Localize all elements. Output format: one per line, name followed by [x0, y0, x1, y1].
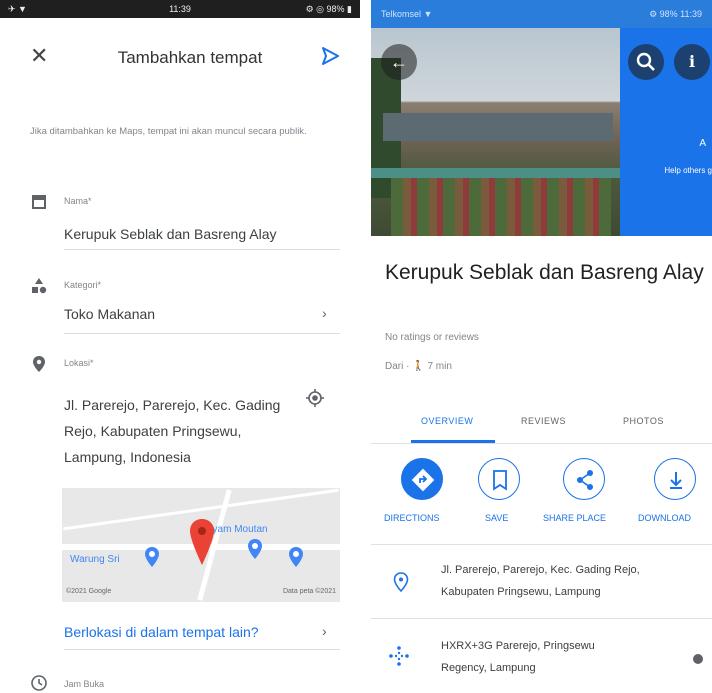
plus-code-info-icon[interactable]	[693, 654, 703, 664]
share-button[interactable]	[563, 458, 605, 500]
tab-photos[interactable]: PHOTOS	[623, 416, 664, 426]
public-notice: Jika ditambahkan ke Maps, tempat ini aka…	[30, 126, 307, 137]
tab-reviews[interactable]: REVIEWS	[521, 416, 566, 426]
search-icon	[636, 52, 655, 71]
located-inside-link[interactable]: Berlokasi di dalam tempat lain?	[64, 624, 259, 640]
map-preview[interactable]: Warung Sri ayam Moutan ©2021 Google Data…	[62, 488, 340, 602]
download-button[interactable]	[654, 458, 696, 500]
name-underline	[64, 249, 340, 250]
category-underline	[64, 333, 340, 334]
map-label-warung: Warung Sri	[70, 554, 120, 565]
divider	[371, 618, 712, 619]
panel-title: A	[699, 138, 706, 149]
status-left: Telkomsel ▼	[381, 9, 433, 19]
poi-pin-icon	[248, 539, 262, 559]
directions-label: DIRECTIONS	[384, 513, 440, 523]
status-left: ✈ ▼	[8, 3, 27, 14]
name-label: Nama*	[64, 196, 92, 206]
photo-plants	[391, 178, 611, 236]
poi-pin-icon	[145, 547, 159, 567]
hours-label: Jam Buka	[64, 679, 105, 689]
save-label: SAVE	[485, 513, 509, 523]
search-button[interactable]	[628, 44, 664, 80]
status-right: ⚙ 98% 11:39	[649, 8, 702, 19]
travel-time: Dari · 🚶 7 min	[385, 361, 452, 372]
selected-location-pin-icon	[190, 519, 214, 565]
store-icon	[32, 195, 46, 209]
address-field[interactable]: Jl. Parerejo, Parerejo, Kec. Gading Rejo…	[64, 392, 294, 470]
divider	[371, 544, 712, 545]
share-icon	[577, 470, 593, 490]
directions-button[interactable]	[401, 458, 443, 500]
poi-pin-icon	[289, 547, 303, 567]
name-field[interactable]: Kerupuk Seblak dan Basreng Alay	[64, 226, 276, 242]
bookmark-icon	[493, 470, 507, 491]
directions-icon	[411, 468, 435, 492]
location-pin-icon	[33, 356, 45, 372]
add-place-screen: ✈ ▼ ⚙ ◎ 98% ▮ 11:39 ✕ Tambahkan tempat J…	[0, 0, 360, 693]
category-label: Kategori*	[64, 280, 102, 290]
location-label: Lokasi*	[64, 358, 94, 368]
tab-bar: OVERVIEW REVIEWS PHOTOS	[371, 398, 712, 444]
share-label: SHARE PLACE	[543, 513, 607, 523]
place-details-screen: Telkomsel ▼ ⚙ 98% 11:39 A Help others g …	[371, 0, 712, 693]
tab-overview[interactable]: OVERVIEW	[421, 416, 473, 426]
my-location-icon[interactable]	[305, 388, 325, 408]
category-field[interactable]: Toko Makanan	[64, 306, 155, 322]
screen: ✈ ▼ ⚙ ◎ 98% ▮ 11:39 ✕ Tambahkan tempat J…	[0, 0, 712, 693]
close-icon[interactable]: ✕	[30, 45, 48, 67]
active-tab-indicator	[411, 440, 495, 443]
plus-code-line-2[interactable]: Regency, Lampung	[441, 658, 536, 678]
link-underline	[64, 649, 340, 650]
send-icon[interactable]	[318, 44, 342, 68]
back-arrow-icon[interactable]: ←	[381, 44, 417, 80]
chevron-right-icon[interactable]: ›	[322, 623, 327, 639]
map-credit-right: Data peta ©2021	[282, 588, 336, 595]
download-icon	[670, 472, 682, 489]
status-bar: Telkomsel ▼ ⚙ 98% 11:39	[371, 0, 712, 28]
plus-code-line-1[interactable]: HXRX+3G Parerejo, Pringsewu	[441, 636, 595, 656]
chevron-right-icon[interactable]: ›	[322, 305, 327, 321]
panel-subtitle: Help others g	[664, 166, 712, 175]
status-right: ⚙ ◎ 98% ▮	[305, 3, 352, 14]
download-label: DOWNLOAD	[638, 513, 692, 523]
map-label-mantan: ayam Moutan	[207, 524, 268, 535]
save-button[interactable]	[478, 458, 520, 500]
rating-text: No ratings or reviews	[385, 332, 479, 343]
status-time: 11:39	[169, 3, 191, 14]
location-pin-icon	[393, 572, 409, 592]
top-bar: ✕ Tambahkan tempat	[0, 18, 360, 88]
place-title: Kerupuk Seblak dan Basreng Alay	[385, 261, 704, 284]
map-credit-left: ©2021 Google	[66, 588, 112, 595]
photo-awning	[371, 168, 620, 178]
page-title: Tambahkan tempat	[117, 48, 263, 67]
plus-code-icon	[389, 646, 409, 666]
address-line-1[interactable]: Jl. Parerejo, Parerejo, Kec. Gading Rejo…	[441, 560, 640, 580]
category-icon	[32, 278, 47, 294]
info-icon[interactable]: i	[674, 44, 710, 80]
address-line-2[interactable]: Kabupaten Pringsewu, Lampung	[441, 582, 601, 602]
photo-roof	[383, 113, 613, 141]
status-bar: ✈ ▼ ⚙ ◎ 98% ▮ 11:39	[0, 0, 360, 18]
clock-icon	[31, 675, 47, 691]
